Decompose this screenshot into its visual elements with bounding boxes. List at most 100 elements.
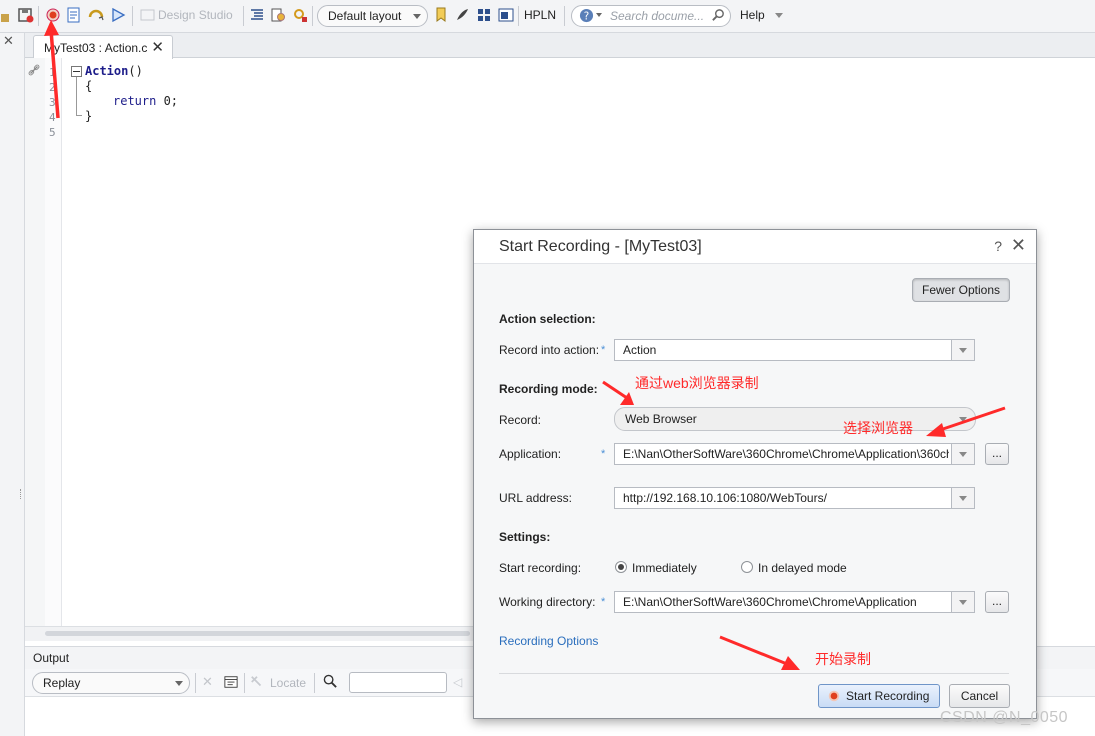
chevron-down-icon[interactable] <box>775 13 783 18</box>
working-dir-input[interactable]: E:\Nan\OtherSoftWare\360Chrome\Chrome\Ap… <box>614 591 952 613</box>
splitter-handle[interactable] <box>20 489 23 499</box>
output-search-input[interactable] <box>349 672 447 693</box>
layout-select[interactable]: Default layout <box>317 5 428 27</box>
line-numbers: 1 2 3 4 5 <box>45 58 62 626</box>
help-icon[interactable]: ? <box>994 238 1002 254</box>
action-selection-heading: Action selection: <box>499 312 596 326</box>
clear-icon: ✕ <box>202 674 213 689</box>
record-into-select[interactable]: Action <box>614 339 952 361</box>
editor-tab-bar <box>25 33 1095 58</box>
application-label: Application: <box>499 447 562 461</box>
code-line-4[interactable]: } <box>85 109 92 123</box>
record-into-value: Action <box>623 343 657 357</box>
working-dir-value: E:\Nan\OtherSoftWare\360Chrome\Chrome\Ap… <box>623 595 917 609</box>
radio-immediately[interactable] <box>615 561 627 573</box>
list-icon[interactable] <box>249 7 265 23</box>
immediately-label[interactable]: Immediately <box>632 561 697 575</box>
chevron-down-icon <box>175 681 183 686</box>
tab-label: MyTest03 : Action.c <box>44 41 148 55</box>
search-settings-icon[interactable] <box>292 7 308 23</box>
layout-select-value: Default layout <box>328 9 402 23</box>
chevron-down-icon <box>596 13 602 17</box>
chevron-down-icon[interactable] <box>951 487 975 509</box>
start-recording-label: Start recording: <box>499 561 582 575</box>
code-line-3[interactable]: return 0; <box>113 94 178 108</box>
search-input[interactable]: ? Search docume... <box>571 5 731 27</box>
output-window-icon[interactable] <box>224 675 238 689</box>
help-menu[interactable]: Help <box>740 8 765 22</box>
chevron-down-icon <box>959 417 967 422</box>
url-input[interactable]: http://192.168.10.106:1080/WebTours/ <box>614 487 952 509</box>
chevron-down-icon[interactable] <box>951 591 975 613</box>
line-number: 3 <box>49 96 56 109</box>
cancel-button[interactable]: Cancel <box>949 684 1010 708</box>
record-icon[interactable] <box>45 7 61 23</box>
grid-icon[interactable] <box>476 7 492 23</box>
start-recording-label: Start Recording <box>846 689 930 703</box>
recording-options-link[interactable]: Recording Options <box>499 634 598 648</box>
function-parens: () <box>128 64 143 78</box>
save-stop-icon[interactable] <box>18 7 34 23</box>
runtime-settings-icon[interactable] <box>270 7 286 23</box>
start-recording-button[interactable]: Start Recording <box>818 684 940 708</box>
scrollbar-thumb[interactable] <box>45 631 470 636</box>
design-studio-button: Design Studio <box>158 8 233 22</box>
required-icon: * <box>601 596 606 608</box>
play-icon[interactable] <box>110 7 126 23</box>
replay-select[interactable]: Replay <box>32 672 190 694</box>
fewer-options-button[interactable]: Fewer Options <box>912 278 1010 302</box>
window-layout-icon[interactable] <box>498 7 514 23</box>
replay-loop-icon[interactable] <box>88 7 104 23</box>
settings-heading: Settings: <box>499 530 551 544</box>
required-icon: * <box>601 448 606 460</box>
link-icon[interactable] <box>27 63 41 77</box>
recording-mode-heading: Recording mode: <box>499 382 598 396</box>
chevron-down-icon[interactable] <box>951 339 975 361</box>
url-label: URL address: <box>499 491 572 505</box>
editor-gutter <box>25 58 46 626</box>
browse-application-button[interactable]: ... <box>985 443 1009 465</box>
return-value: 0; <box>156 94 179 108</box>
search-icon[interactable] <box>323 674 338 689</box>
previous-icon: ◁ <box>453 675 463 689</box>
svg-text:?: ? <box>584 10 589 22</box>
chevron-down-icon[interactable] <box>951 443 975 465</box>
close-icon[interactable]: ✕ <box>151 38 164 56</box>
divider <box>499 673 1009 674</box>
search-icon[interactable] <box>711 8 726 23</box>
line-number: 4 <box>49 111 56 124</box>
replay-select-value: Replay <box>43 676 81 690</box>
annotation-web-record: 通过web浏览器录制 <box>635 375 759 391</box>
locate-icon <box>251 676 262 687</box>
close-icon[interactable]: ✕ <box>3 33 14 49</box>
fold-toggle-icon[interactable] <box>71 66 82 77</box>
required-icon: * <box>601 344 606 356</box>
fold-line <box>76 77 77 115</box>
tab-action-c[interactable]: MyTest03 : Action.c ✕ <box>33 35 173 59</box>
browse-working-dir-button[interactable]: ... <box>985 591 1009 613</box>
line-number: 5 <box>49 126 56 139</box>
function-name: Action <box>85 64 129 78</box>
record-mode-select[interactable]: Web Browser <box>614 407 976 431</box>
search-placeholder: Search docume... <box>610 9 705 23</box>
bookmark-icon[interactable] <box>433 7 449 23</box>
left-panel-strip: ✕ <box>0 33 25 736</box>
feather-icon[interactable] <box>454 7 470 23</box>
code-line-2[interactable]: { <box>85 79 92 93</box>
start-recording-dialog: Start Recording - [MyTest03] ? ✕ Fewer O… <box>473 229 1037 719</box>
radio-delayed[interactable] <box>741 561 753 573</box>
dialog-title: Start Recording - [MyTest03] <box>499 238 702 255</box>
record-label: Record: <box>499 413 542 427</box>
compile-icon[interactable] <box>66 7 82 23</box>
fold-line-end <box>76 115 82 116</box>
hpln-button[interactable]: HPLN <box>524 8 556 22</box>
lock-icon[interactable] <box>0 7 16 23</box>
application-input[interactable]: E:\Nan\OtherSoftWare\360Chrome\Chrome\Ap… <box>614 443 952 465</box>
application-value: E:\Nan\OtherSoftWare\360Chrome\Chrome\Ap… <box>623 447 949 461</box>
line-number: 2 <box>49 81 56 94</box>
return-keyword: return <box>113 94 157 108</box>
code-line-1[interactable]: Action() <box>85 64 143 78</box>
delayed-label[interactable]: In delayed mode <box>758 561 847 575</box>
help-circle-icon: ? <box>579 8 594 22</box>
close-icon[interactable]: ✕ <box>1011 235 1026 256</box>
